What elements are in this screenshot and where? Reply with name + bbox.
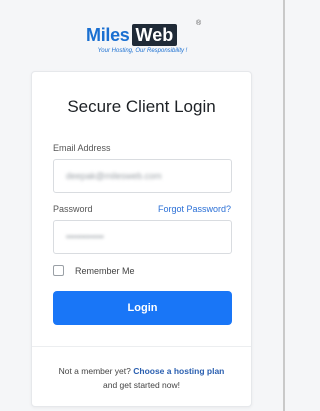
milesweb-logo[interactable]: Miles Web ® Your Hosting, Our Responsibi… [0, 18, 285, 62]
signup-prefix: Not a member yet? [58, 366, 134, 376]
password-value: •••••••••••• [66, 232, 104, 242]
email-label: Email Address [53, 143, 111, 153]
remember-me-label[interactable]: Remember Me [75, 266, 135, 276]
password-label: Password [53, 204, 93, 214]
logo-web-text: Web [131, 24, 178, 46]
forgot-password-link[interactable]: Forgot Password? [158, 204, 231, 214]
choose-hosting-plan-link[interactable]: Choose a hosting plan [133, 366, 224, 376]
signup-prompt: Not a member yet? Choose a hosting plan … [32, 364, 251, 392]
email-value: deepak@milesweb.com [66, 171, 162, 181]
login-button[interactable]: Login [53, 291, 232, 325]
signup-suffix: and get started now! [102, 380, 181, 390]
logo-wordmark: Miles Web [86, 24, 178, 46]
logo-tagline: Your Hosting, Our Responsibility ! [97, 48, 188, 54]
email-field[interactable]: deepak@milesweb.com [53, 159, 232, 193]
registered-mark: ® [196, 20, 202, 27]
remember-me-checkbox[interactable] [53, 265, 64, 276]
login-title: Secure Client Login [67, 97, 216, 116]
login-card: Secure Client Login Email Address deepak… [31, 71, 252, 407]
password-field[interactable]: •••••••••••• [53, 220, 232, 254]
divider [32, 346, 251, 347]
logo-miles-text: Miles [86, 24, 130, 45]
